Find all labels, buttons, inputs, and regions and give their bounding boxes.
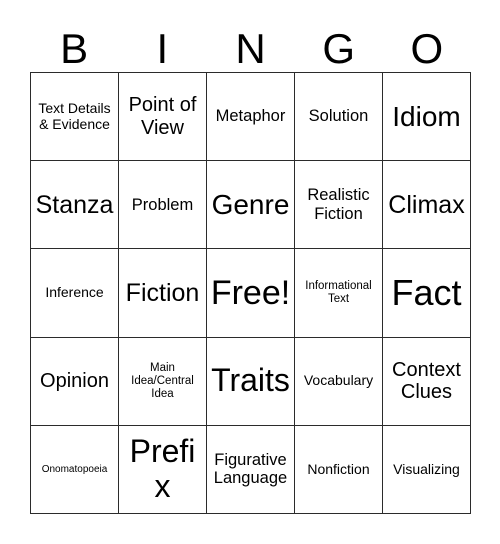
bingo-cell-label: Stanza xyxy=(35,190,114,219)
bingo-cell-i5[interactable]: Prefix xyxy=(119,425,207,514)
bingo-cell-label: Context Clues xyxy=(392,358,461,404)
bingo-cell-g4[interactable]: Vocabulary xyxy=(295,337,383,426)
bingo-cell-label: Traits xyxy=(211,362,290,399)
bingo-cell-n5[interactable]: Figurative Language xyxy=(207,425,295,514)
bingo-cell-g3[interactable]: Informational Text xyxy=(295,249,383,338)
bingo-cell-o3[interactable]: Fact xyxy=(383,249,471,338)
bingo-cell-label: Opinion xyxy=(40,370,109,392)
bingo-cell-b3[interactable]: Inference xyxy=(31,249,119,338)
bingo-cell-label: Nonfiction xyxy=(307,460,370,477)
bingo-cell-b5[interactable]: Onomatopoeia xyxy=(31,425,119,514)
bingo-header-letter-i: I xyxy=(156,25,169,72)
bingo-header-letter-g: G xyxy=(322,25,356,72)
bingo-cell-i3[interactable]: Fiction xyxy=(119,249,207,338)
bingo-cell-free-space[interactable]: Free! xyxy=(207,249,295,338)
bingo-cell-n4[interactable]: Traits xyxy=(207,337,295,426)
bingo-cell-label: Informational Text xyxy=(305,280,372,305)
free-space-label: Free! xyxy=(210,273,291,312)
bingo-cell-label: Climax xyxy=(388,190,465,219)
bingo-cell-label: Solution xyxy=(308,107,369,126)
bingo-cell-label: Problem xyxy=(131,195,194,214)
bingo-cell-label: Prefix xyxy=(129,432,196,505)
bingo-cell-label: Genre xyxy=(211,189,290,221)
bingo-cell-o2[interactable]: Climax xyxy=(383,161,471,250)
bingo-cell-i4[interactable]: Main Idea/Central Idea xyxy=(119,337,207,426)
bingo-cell-g2[interactable]: Realistic Fiction xyxy=(295,161,383,250)
bingo-header-letter-n: N xyxy=(235,25,266,72)
bingo-cell-label: Figurative Language xyxy=(213,450,288,488)
bingo-cell-b4[interactable]: Opinion xyxy=(31,337,119,426)
bingo-cell-label: Metaphor xyxy=(215,107,286,126)
bingo-cell-label: Onomatopoeia xyxy=(41,463,108,475)
bingo-cell-label: Point of View xyxy=(128,94,197,139)
bingo-cell-o4[interactable]: Context Clues xyxy=(383,337,471,426)
bingo-cell-label: Vocabulary xyxy=(303,372,374,389)
bingo-card: B I N G O Text Details & Evidence Point … xyxy=(0,0,500,544)
bingo-cell-o1[interactable]: Idiom xyxy=(383,73,471,162)
bingo-cell-label: Main Idea/Central Idea xyxy=(131,361,194,400)
bingo-header-row: B I N G O xyxy=(30,16,471,72)
bingo-cell-n1[interactable]: Metaphor xyxy=(207,73,295,162)
bingo-header-letter-o: O xyxy=(410,25,444,72)
bingo-header-letter-b: B xyxy=(60,25,89,72)
bingo-cell-label: Fact xyxy=(391,271,462,313)
bingo-cell-o5[interactable]: Visualizing xyxy=(383,425,471,514)
bingo-cell-label: Realistic Fiction xyxy=(307,186,370,223)
bingo-cell-n2[interactable]: Genre xyxy=(207,161,295,250)
bingo-grid: Text Details & Evidence Point of View Me… xyxy=(30,72,471,514)
bingo-cell-i2[interactable]: Problem xyxy=(119,161,207,250)
bingo-cell-label: Text Details & Evidence xyxy=(38,99,111,132)
bingo-cell-i1[interactable]: Point of View xyxy=(119,73,207,162)
bingo-cell-label: Fiction xyxy=(125,278,200,307)
bingo-cell-label: Visualizing xyxy=(393,460,460,477)
bingo-cell-label: Inference xyxy=(45,284,104,301)
bingo-cell-g1[interactable]: Solution xyxy=(295,73,383,162)
bingo-cell-label: Idiom xyxy=(392,100,461,132)
bingo-cell-b2[interactable]: Stanza xyxy=(31,161,119,250)
bingo-cell-b1[interactable]: Text Details & Evidence xyxy=(31,73,119,162)
bingo-cell-g5[interactable]: Nonfiction xyxy=(295,425,383,514)
